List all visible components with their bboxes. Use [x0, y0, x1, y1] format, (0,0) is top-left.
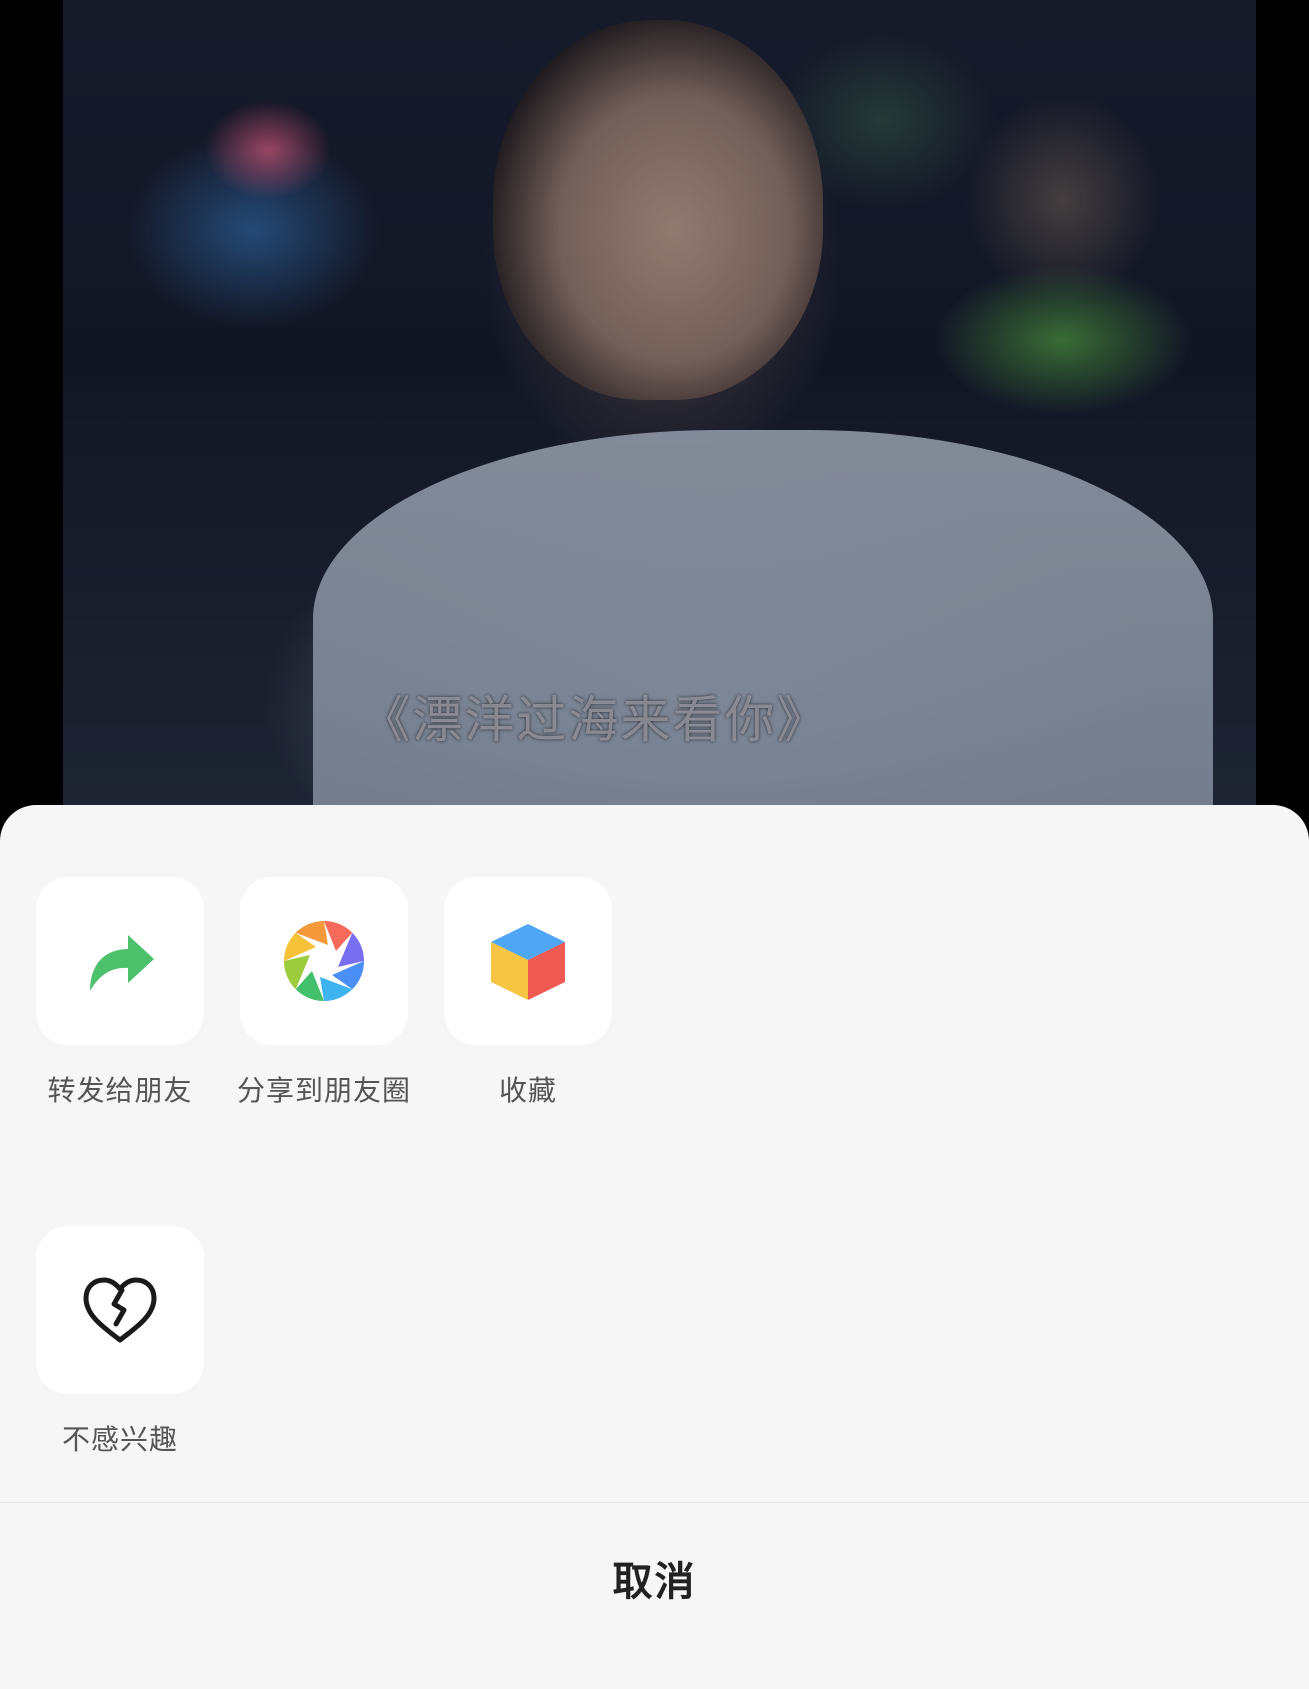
broken-heart-icon [83, 1277, 157, 1343]
video-background: 《漂洋过海来看你》 [0, 0, 1309, 805]
forward-to-friend-button[interactable]: 转发给朋友 [18, 877, 222, 1109]
forward-tile[interactable] [36, 877, 204, 1045]
not-interested-label: 不感兴趣 [61, 1423, 178, 1456]
forward-arrow-icon [90, 935, 154, 991]
share-to-moments-button[interactable]: 分享到朋友圈 [222, 877, 426, 1109]
forward-label: 转发给朋友 [47, 1074, 193, 1107]
moments-aperture-icon [284, 921, 364, 1001]
favorites-tile[interactable] [444, 877, 612, 1045]
favorites-cube-icon [491, 924, 565, 1000]
share-sheet: 转发给朋友 分享到朋友圈 收藏 不感兴趣 取消 [0, 805, 1309, 1689]
cancel-button[interactable]: 取消 [0, 1503, 1309, 1689]
favorites-label: 收藏 [498, 1074, 557, 1107]
cancel-label: 取消 [612, 1559, 697, 1605]
moments-label: 分享到朋友圈 [236, 1074, 411, 1107]
favorites-button[interactable]: 收藏 [426, 877, 630, 1109]
video-subtitle: 《漂洋过海来看你》 [360, 691, 829, 749]
not-interested-tile[interactable] [36, 1226, 204, 1394]
not-interested-button[interactable]: 不感兴趣 [18, 1226, 222, 1458]
moments-tile[interactable] [240, 877, 408, 1045]
